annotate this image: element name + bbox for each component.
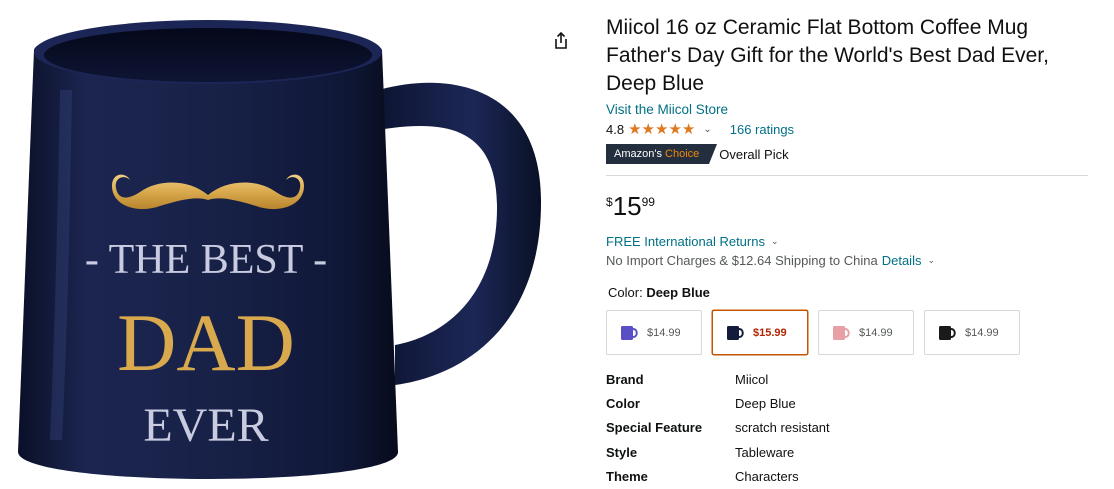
amazons-choice-badge: Amazon's Choice: [606, 144, 718, 164]
badge-row: Amazon's Choice Overall Pick: [606, 144, 1090, 164]
spec-key: Theme: [606, 468, 648, 484]
product-details-panel: Miicol 16 oz Ceramic Flat Bottom Coffee …: [606, 14, 1090, 488]
color-swatches: $14.99 $15.99 $14.99 $14.99: [606, 310, 1090, 355]
price-whole: 15: [612, 191, 642, 221]
mug-thumbnail-icon: [621, 325, 638, 340]
chevron-down-icon[interactable]: ⌄: [927, 255, 935, 266]
shipping-info: No Import Charges & $12.64 Shipping to C…: [606, 252, 1090, 269]
badge-choice: Choice: [665, 148, 700, 160]
product-title: Miicol 16 oz Ceramic Flat Bottom Coffee …: [606, 16, 1049, 95]
badge-prefix: Amazon's: [614, 148, 662, 160]
color-swatch[interactable]: $14.99: [606, 310, 702, 355]
mug-thumbnail-icon: [939, 325, 956, 340]
color-swatch[interactable]: $15.99: [712, 310, 808, 355]
spec-row: Special Feature scratch resistant: [606, 416, 1090, 440]
shipping-text: No Import Charges & $12.64 Shipping to C…: [606, 253, 878, 268]
color-label: Color: Deep Blue: [606, 285, 1090, 302]
price-symbol: $: [606, 195, 613, 209]
star-icon: ★: [668, 120, 682, 138]
spec-value: Characters: [735, 468, 799, 484]
color-selected-value: Deep Blue: [646, 285, 710, 300]
divider: [606, 175, 1088, 176]
price: $ 15 99: [606, 192, 1090, 222]
star-icon: ★: [681, 120, 696, 138]
swatch-price: $15.99: [753, 326, 787, 339]
spec-row: Color Deep Blue: [606, 391, 1090, 415]
spec-value: scratch resistant: [735, 420, 830, 436]
spec-key: Style: [606, 444, 638, 460]
color-swatch[interactable]: $14.99: [924, 310, 1020, 355]
color-swatch[interactable]: $14.99: [818, 310, 914, 355]
spec-key: Special Feature: [606, 420, 703, 436]
spec-row: Brand Miicol: [606, 367, 1090, 391]
star-icon: ★: [641, 120, 655, 138]
rating-row: 4.8 ★ ★ ★ ★ ★ ⌄ 166 ratings: [606, 120, 1090, 138]
mug-thumbnail-icon: [833, 325, 850, 340]
shipping-details-link[interactable]: Details: [882, 253, 922, 268]
mug-text-line1: - THE BEST -: [84, 237, 328, 283]
star-icon: ★: [628, 120, 642, 138]
visit-store-link[interactable]: Visit the Miicol Store: [606, 101, 728, 118]
ratings-count-link[interactable]: 166 ratings: [730, 122, 794, 137]
returns-link[interactable]: FREE International Returns ⌄: [606, 233, 1090, 250]
star-rating[interactable]: ★ ★ ★ ★ ★: [628, 122, 695, 137]
color-label-prefix: Color:: [608, 285, 643, 300]
badge-label: Overall Pick: [719, 146, 789, 162]
product-image[interactable]: - THE BEST - DAD EVER: [0, 0, 545, 489]
spec-value: Tableware: [735, 444, 795, 460]
mug-text-line3: EVER: [143, 399, 269, 452]
spec-value: Deep Blue: [735, 395, 796, 411]
spec-key: Brand: [606, 371, 644, 387]
chevron-down-icon[interactable]: ⌄: [703, 124, 711, 135]
mug-handle: [372, 82, 542, 386]
rating-value: 4.8: [606, 121, 625, 137]
spec-value: Miicol: [735, 371, 769, 387]
swatch-price: $14.99: [859, 326, 893, 339]
spec-row: Style Tableware: [606, 440, 1090, 464]
price-fraction: 99: [641, 195, 655, 209]
star-icon: ★: [654, 120, 669, 138]
spec-key: Color: [606, 395, 640, 411]
product-specs-table: Brand Miicol Color Deep Blue Special Feature…: [606, 367, 1090, 488]
share-icon[interactable]: [550, 30, 572, 52]
mug-text-line2: DAD: [117, 297, 295, 388]
returns-text: FREE International Returns: [606, 234, 765, 249]
spec-row: Theme Characters: [606, 464, 1090, 488]
mug-thumbnail-icon: [727, 325, 744, 340]
chevron-down-icon: ⌄: [770, 236, 779, 246]
swatch-price: $14.99: [647, 326, 681, 339]
swatch-price: $14.99: [965, 326, 999, 339]
